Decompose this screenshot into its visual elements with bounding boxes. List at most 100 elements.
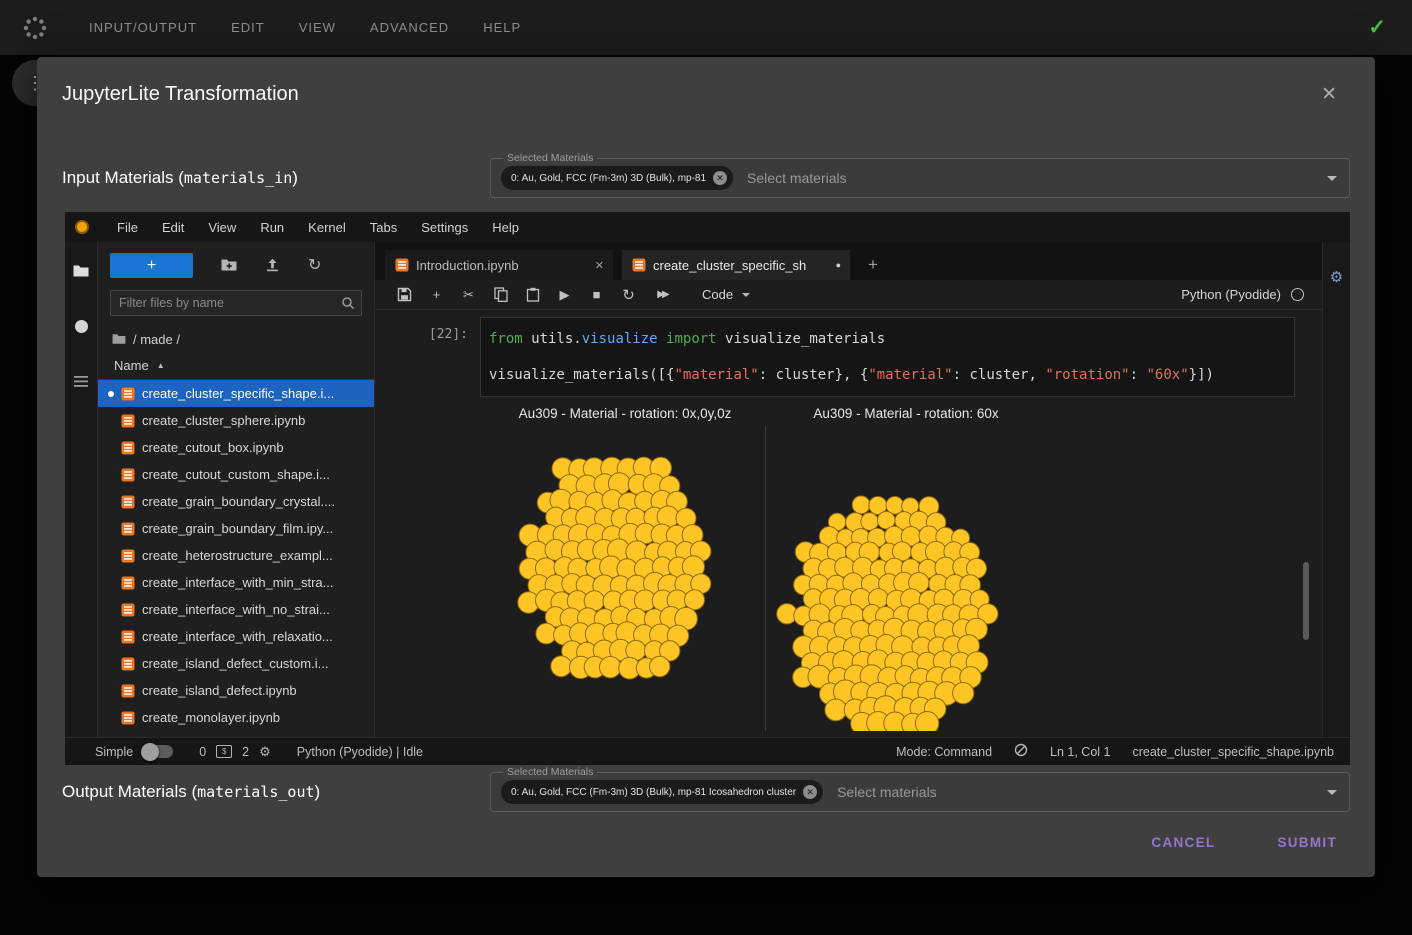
save-icon[interactable] <box>397 287 412 302</box>
notebook-file-icon <box>121 711 135 725</box>
running-indicator-dot <box>108 661 114 667</box>
topbar-menu-item[interactable]: EDIT <box>214 20 282 35</box>
file-row[interactable]: create_interface_with_min_stra... <box>98 569 374 596</box>
notebook-file-icon <box>121 387 135 401</box>
file-name: create_interface_with_min_stra... <box>142 575 333 590</box>
dropdown-caret-icon[interactable] <box>1327 176 1337 181</box>
file-list-header[interactable]: Name ▲ <box>98 358 374 380</box>
file-name: create_island_defect_custom.i... <box>142 656 328 671</box>
scrollbar-thumb[interactable] <box>1303 562 1309 640</box>
dropdown-caret-icon[interactable] <box>1327 790 1337 795</box>
jupyter-menu: FileEditViewRunKernelTabsSettingsHelp <box>105 220 531 235</box>
jupyter-menu-item[interactable]: Tabs <box>358 220 409 235</box>
running-sessions-icon[interactable] <box>75 320 88 333</box>
file-row[interactable]: create_monolayer.ipynb <box>98 704 374 731</box>
file-row[interactable]: create_cluster_specific_shape.i... <box>98 380 374 407</box>
cancel-button[interactable]: CANCEL <box>1143 825 1223 860</box>
refresh-icon[interactable]: ↻ <box>308 258 321 273</box>
kernels-count[interactable]: 2 <box>242 745 249 759</box>
topbar-menu: INPUT/OUTPUTEDITVIEWADVANCEDHELP <box>72 20 538 35</box>
material-chip[interactable]: 0: Au, Gold, FCC (Fm-3m) 3D (Bulk), mp-8… <box>501 780 823 804</box>
jupyter-menu-item[interactable]: File <box>105 220 150 235</box>
file-name: create_cutout_box.ipynb <box>142 440 284 455</box>
kernel-status-text[interactable]: Python (Pyodide) | Idle <box>297 745 423 759</box>
restart-kernel-icon[interactable]: ↻ <box>621 286 636 304</box>
chip-remove-icon[interactable]: ✕ <box>713 171 727 185</box>
jupyter-menu-item[interactable]: Help <box>480 220 531 235</box>
app-logo-icon[interactable] <box>22 15 48 41</box>
field-label: Selected Materials <box>503 152 597 164</box>
notebook-file-icon <box>632 258 646 272</box>
notebook-file-icon <box>121 603 135 617</box>
jupyter-menu-item[interactable]: View <box>196 220 248 235</box>
file-row[interactable]: create_island_defect_custom.i... <box>98 650 374 677</box>
close-tab-icon[interactable]: ✕ <box>595 259 604 272</box>
notebook-tab[interactable]: Introduction.ipynb✕ <box>385 250 613 280</box>
stop-kernel-icon[interactable]: ■ <box>589 287 604 302</box>
new-folder-icon[interactable] <box>221 258 237 272</box>
submit-button[interactable]: SUBMIT <box>1269 825 1345 860</box>
cell-type-dropdown[interactable]: Code <box>702 287 750 302</box>
dirty-indicator-icon[interactable]: ● <box>836 260 841 270</box>
kernel-status-icon <box>1291 288 1304 301</box>
copy-cell-icon[interactable] <box>493 287 508 302</box>
topbar-menu-item[interactable]: INPUT/OUTPUT <box>72 20 214 35</box>
jupyter-menu-item[interactable]: Kernel <box>296 220 358 235</box>
topbar-menu-item[interactable]: ADVANCED <box>353 20 466 35</box>
new-launcher-button[interactable]: + <box>110 253 193 278</box>
select-materials-placeholder: Select materials <box>747 170 847 186</box>
cursor-position[interactable]: Ln 1, Col 1 <box>1050 745 1110 759</box>
chip-remove-icon[interactable]: ✕ <box>803 785 817 799</box>
jupyter-menu-item[interactable]: Edit <box>150 220 196 235</box>
notebook-file-icon <box>121 522 135 536</box>
file-row[interactable]: create_grain_boundary_crystal.... <box>98 488 374 515</box>
notebook-file-icon <box>121 414 135 428</box>
jupyter-menu-item[interactable]: Settings <box>409 220 480 235</box>
editor-mode[interactable]: Mode: Command <box>896 745 992 759</box>
simple-mode-toggle[interactable] <box>143 745 173 758</box>
upload-icon[interactable] <box>265 258 280 272</box>
breadcrumb[interactable]: / made / <box>112 330 360 348</box>
file-row[interactable]: create_cutout_box.ipynb <box>98 434 374 461</box>
file-row[interactable]: create_cutout_custom_shape.i... <box>98 461 374 488</box>
cell-output: Au309 - Material - rotation: 0x,0y,0z Au… <box>485 406 1322 731</box>
file-row[interactable]: create_grain_boundary_film.ipy... <box>98 515 374 542</box>
apply-check-icon[interactable]: ✓ <box>1368 15 1386 40</box>
add-tab-icon[interactable]: + <box>859 250 887 280</box>
plot-title: Au309 - Material - rotation: 60x <box>765 406 1047 426</box>
file-name: create_interface_with_no_strai... <box>142 602 330 617</box>
topbar-menu-item[interactable]: HELP <box>466 20 538 35</box>
paste-cell-icon[interactable] <box>525 287 540 302</box>
output-materials-select[interactable]: Selected Materials 0: Au, Gold, FCC (Fm-… <box>490 772 1350 812</box>
close-icon[interactable]: ✕ <box>1321 83 1337 106</box>
notebook-file-icon <box>395 258 409 272</box>
cut-cell-icon[interactable]: ✂ <box>461 287 476 303</box>
file-row[interactable]: create_interface_with_no_strai... <box>98 596 374 623</box>
file-row[interactable]: create_island_defect.ipynb <box>98 677 374 704</box>
cell-prompt: [22]: <box>375 317 480 397</box>
file-name: create_grain_boundary_crystal.... <box>142 494 335 509</box>
kernel-indicator[interactable]: Python (Pyodide) <box>1181 287 1304 302</box>
notebook-file-icon <box>121 657 135 671</box>
material-chip[interactable]: 0: Au, Gold, FCC (Fm-3m) 3D (Bulk), mp-8… <box>501 166 733 190</box>
file-row[interactable]: create_heterostructure_exampl... <box>98 542 374 569</box>
filter-files-input[interactable] <box>110 290 362 316</box>
file-browser-icon[interactable] <box>73 264 89 278</box>
app-topbar: INPUT/OUTPUTEDITVIEWADVANCEDHELP ✓ <box>0 0 1412 55</box>
table-of-contents-icon[interactable] <box>74 375 88 388</box>
notifications-off-icon[interactable] <box>1014 743 1028 760</box>
run-cell-icon[interactable]: ▶ <box>557 287 572 303</box>
input-materials-select[interactable]: Selected Materials 0: Au, Gold, FCC (Fm-… <box>490 158 1350 198</box>
file-row[interactable]: create_cluster_sphere.ipynb <box>98 407 374 434</box>
insert-cell-icon[interactable]: + <box>429 287 444 302</box>
notebook-tab[interactable]: create_cluster_specific_sh ● <box>622 250 850 280</box>
run-all-icon[interactable]: ▶▶ <box>653 289 671 300</box>
file-row[interactable]: create_interface_with_relaxatio... <box>98 623 374 650</box>
tab-label: create_cluster_specific_sh <box>653 258 829 273</box>
code-editor[interactable]: from utils.visualize import visualize_ma… <box>480 317 1295 397</box>
settings-gear-icon[interactable]: ⚙ <box>1330 268 1343 737</box>
topbar-menu-item[interactable]: VIEW <box>282 20 353 35</box>
terminals-count[interactable]: 0 <box>199 745 206 759</box>
notebook-file-icon <box>121 684 135 698</box>
jupyter-menu-item[interactable]: Run <box>248 220 296 235</box>
